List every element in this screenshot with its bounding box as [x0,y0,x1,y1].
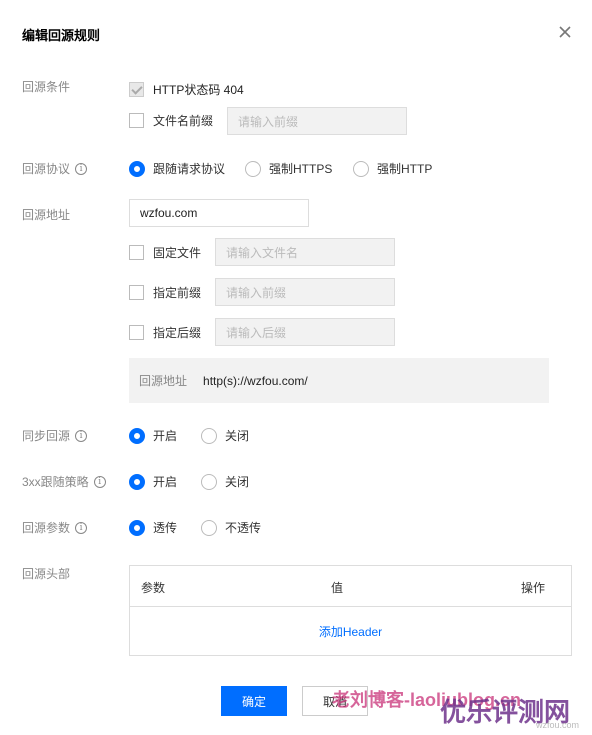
confirm-button[interactable]: 确定 [221,686,287,716]
http404-label: HTTP状态码 404 [153,83,244,97]
dialog-title: 编辑回源规则 [22,28,101,43]
prefix-checkbox[interactable] [129,113,144,128]
column-action: 操作 [521,581,546,595]
address-prefix-input[interactable]: 请输入前缀 [215,278,395,306]
info-icon[interactable]: i [75,521,88,534]
radio-redirect-on[interactable] [129,473,145,490]
table-header: 参数 值 操作 [130,566,571,607]
protocol-option-http[interactable]: 强制HTTP [353,160,432,177]
http404-checkbox-row[interactable]: HTTP状态码 404 [129,81,244,98]
sync-off[interactable]: 关闭 [201,427,249,444]
info-icon[interactable]: i [93,475,106,488]
radio-sync-on[interactable] [129,427,145,444]
radio-params-on[interactable] [129,519,145,536]
sync-on-label: 开启 [153,429,178,443]
condition-prefix-input[interactable]: 请输入前缀 [227,107,407,135]
add-header-link[interactable]: 添加Header [319,623,382,640]
address-suffix-row[interactable]: 指定后缀 [129,324,201,341]
address-prefix-row[interactable]: 指定前缀 [129,284,201,301]
redirect-on[interactable]: 开启 [129,473,177,490]
address-suffix-input[interactable]: 请输入后缀 [215,318,395,346]
fixed-file-row[interactable]: 固定文件 [129,244,201,261]
address-preview-label: 回源地址 [139,374,188,388]
info-icon[interactable]: i [75,429,88,442]
close-icon[interactable] [557,24,573,40]
address-suffix-label: 指定后缀 [153,326,202,340]
address-suffix-checkbox[interactable] [129,325,144,340]
protocol-option-http-label: 强制HTTP [377,162,433,176]
params-label: 回源参数 i [22,519,88,536]
radio-params-off[interactable] [201,519,217,536]
address-input[interactable]: wzfou.com [129,199,309,227]
http404-checkbox[interactable] [129,82,144,97]
address-preview-box: 回源地址 http(s)://wzfou.com/ [129,358,549,403]
sync-off-label: 关闭 [225,429,250,443]
params-label-text: 回源参数 [22,521,71,535]
prefix-checkbox-row[interactable]: 文件名前缀 [129,112,213,129]
redirect-label-text: 3xx跟随策略 [22,475,89,489]
params-off-label: 不透传 [225,521,262,535]
column-param: 参数 [141,581,166,595]
watermark-domain: wzfou.com [536,720,580,730]
fixed-file-label: 固定文件 [153,246,202,260]
radio-redirect-off[interactable] [201,473,217,490]
redirect-label: 3xx跟随策略 i [22,473,106,490]
protocol-option-follow[interactable]: 跟随请求协议 [129,160,225,177]
headers-table: 参数 值 操作 添加Header [129,565,572,656]
params-on-label: 透传 [153,521,178,535]
column-value: 值 [331,581,344,595]
protocol-option-https[interactable]: 强制HTTPS [245,160,332,177]
sync-on[interactable]: 开启 [129,427,177,444]
fixed-file-checkbox[interactable] [129,245,144,260]
protocol-option-https-label: 强制HTTPS [269,162,333,176]
address-prefix-checkbox[interactable] [129,285,144,300]
address-prefix-label: 指定前缀 [153,286,202,300]
redirect-on-label: 开启 [153,475,178,489]
params-on[interactable]: 透传 [129,519,177,536]
protocol-label-text: 回源协议 [22,162,71,176]
radio-sync-off[interactable] [201,427,217,444]
fixed-file-input[interactable]: 请输入文件名 [215,238,395,266]
address-preview-value: http(s)://wzfou.com/ [203,373,308,388]
params-off[interactable]: 不透传 [201,519,261,536]
address-label: 回源地址 [22,208,71,222]
headers-label: 回源头部 [22,567,71,581]
redirect-off-label: 关闭 [225,475,250,489]
sync-label-text: 同步回源 [22,429,71,443]
radio-http[interactable] [353,160,369,177]
sync-label: 同步回源 i [22,427,88,444]
radio-https[interactable] [245,160,261,177]
prefix-checkbox-label: 文件名前缀 [153,114,214,128]
redirect-off[interactable]: 关闭 [201,473,249,490]
condition-label: 回源条件 [22,80,71,94]
radio-follow[interactable] [129,160,145,177]
table-body: 添加Header [130,607,571,655]
protocol-label: 回源协议 i [22,160,88,177]
info-icon[interactable]: i [75,162,88,175]
protocol-option-follow-label: 跟随请求协议 [153,162,226,176]
